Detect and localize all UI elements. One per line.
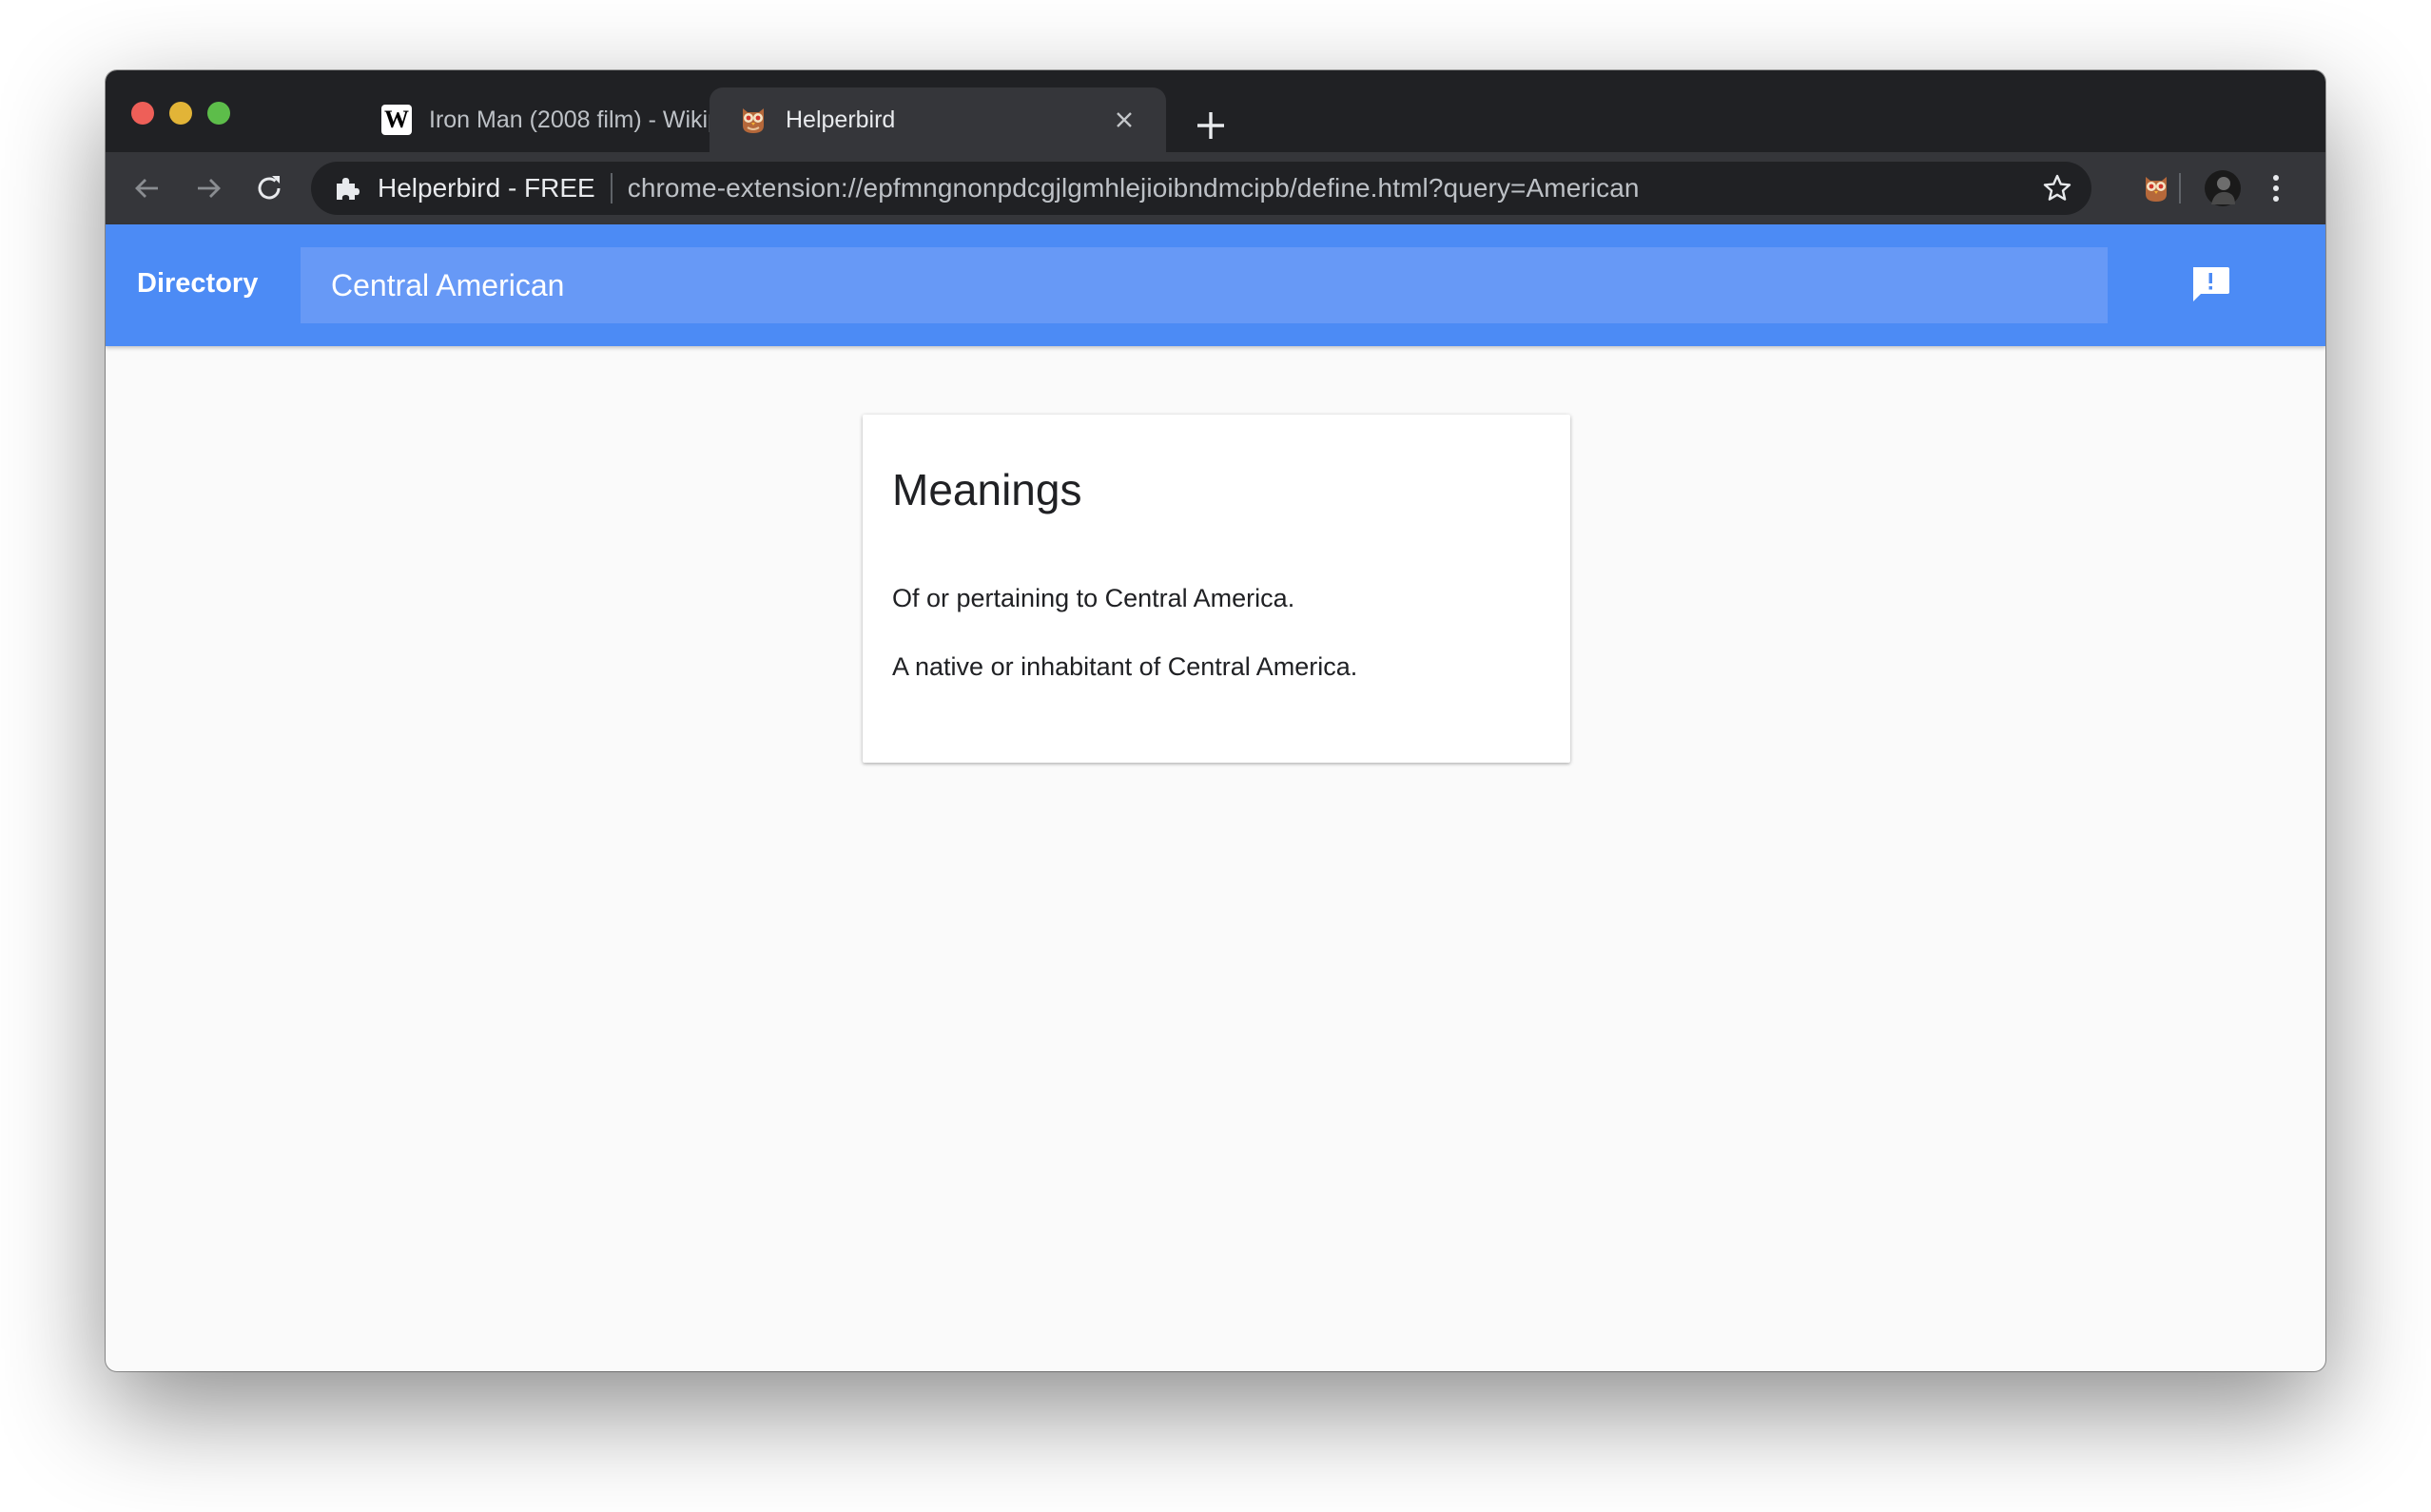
close-tab-icon[interactable]: [1109, 105, 1139, 135]
profile-avatar-button[interactable]: [2198, 164, 2247, 213]
forward-arrow-icon: [198, 179, 221, 198]
close-window-button[interactable]: [131, 102, 154, 125]
forward-button[interactable]: [184, 164, 233, 213]
avatar: [2205, 170, 2241, 206]
new-tab-button[interactable]: [1192, 107, 1230, 145]
owl-icon: [738, 105, 768, 135]
address-bar[interactable]: Helperbird - FREE chrome-extension://epf…: [311, 162, 2091, 215]
owl-icon: [2146, 177, 2167, 202]
tab-title: Helperbird: [786, 106, 896, 133]
maximize-window-button[interactable]: [207, 102, 230, 125]
url-text[interactable]: chrome-extension://epfmngnonpdcgjlgmhlej…: [628, 173, 1640, 204]
toolbar-divider: [2177, 164, 2183, 213]
minimize-window-button[interactable]: [169, 102, 192, 125]
back-button[interactable]: [123, 164, 172, 213]
search-input[interactable]: [301, 247, 2108, 323]
reload-icon: [258, 176, 281, 200]
browser-window: W Iron Man (2008 film) - Wikipedia Helpe…: [106, 70, 2325, 1371]
meaning-item: A native or inhabitant of Central Americ…: [892, 652, 1358, 681]
browser-toolbar: Helperbird - FREE chrome-extension://epf…: [106, 152, 2325, 224]
feedback-button[interactable]: [2187, 261, 2234, 308]
meaning-item: Of or pertaining to Central America.: [892, 584, 1295, 612]
meanings-card: Meanings Of or pertaining to Central Ame…: [863, 415, 1570, 763]
reload-button[interactable]: [244, 164, 294, 213]
directory-link[interactable]: Directory: [137, 268, 258, 300]
card-title: Meanings: [892, 465, 1082, 514]
back-arrow-icon: [135, 179, 158, 198]
kebab-menu-icon: [2273, 175, 2279, 202]
site-chip-label: Helperbird - FREE: [378, 173, 595, 203]
wikipedia-icon: W: [381, 105, 412, 135]
puzzle-icon: [332, 173, 362, 204]
helperbird-extension-button[interactable]: [2131, 164, 2181, 213]
tab-helperbird[interactable]: Helperbird: [710, 87, 1166, 152]
browser-menu-button[interactable]: [2257, 164, 2295, 213]
bookmark-star-icon[interactable]: [2040, 171, 2074, 205]
feedback-icon: [2193, 267, 2229, 301]
tab-strip: W Iron Man (2008 film) - Wikipedia Helpe…: [106, 70, 2325, 152]
app-header: Directory: [106, 224, 2325, 346]
omnibox-divider: [610, 173, 613, 204]
